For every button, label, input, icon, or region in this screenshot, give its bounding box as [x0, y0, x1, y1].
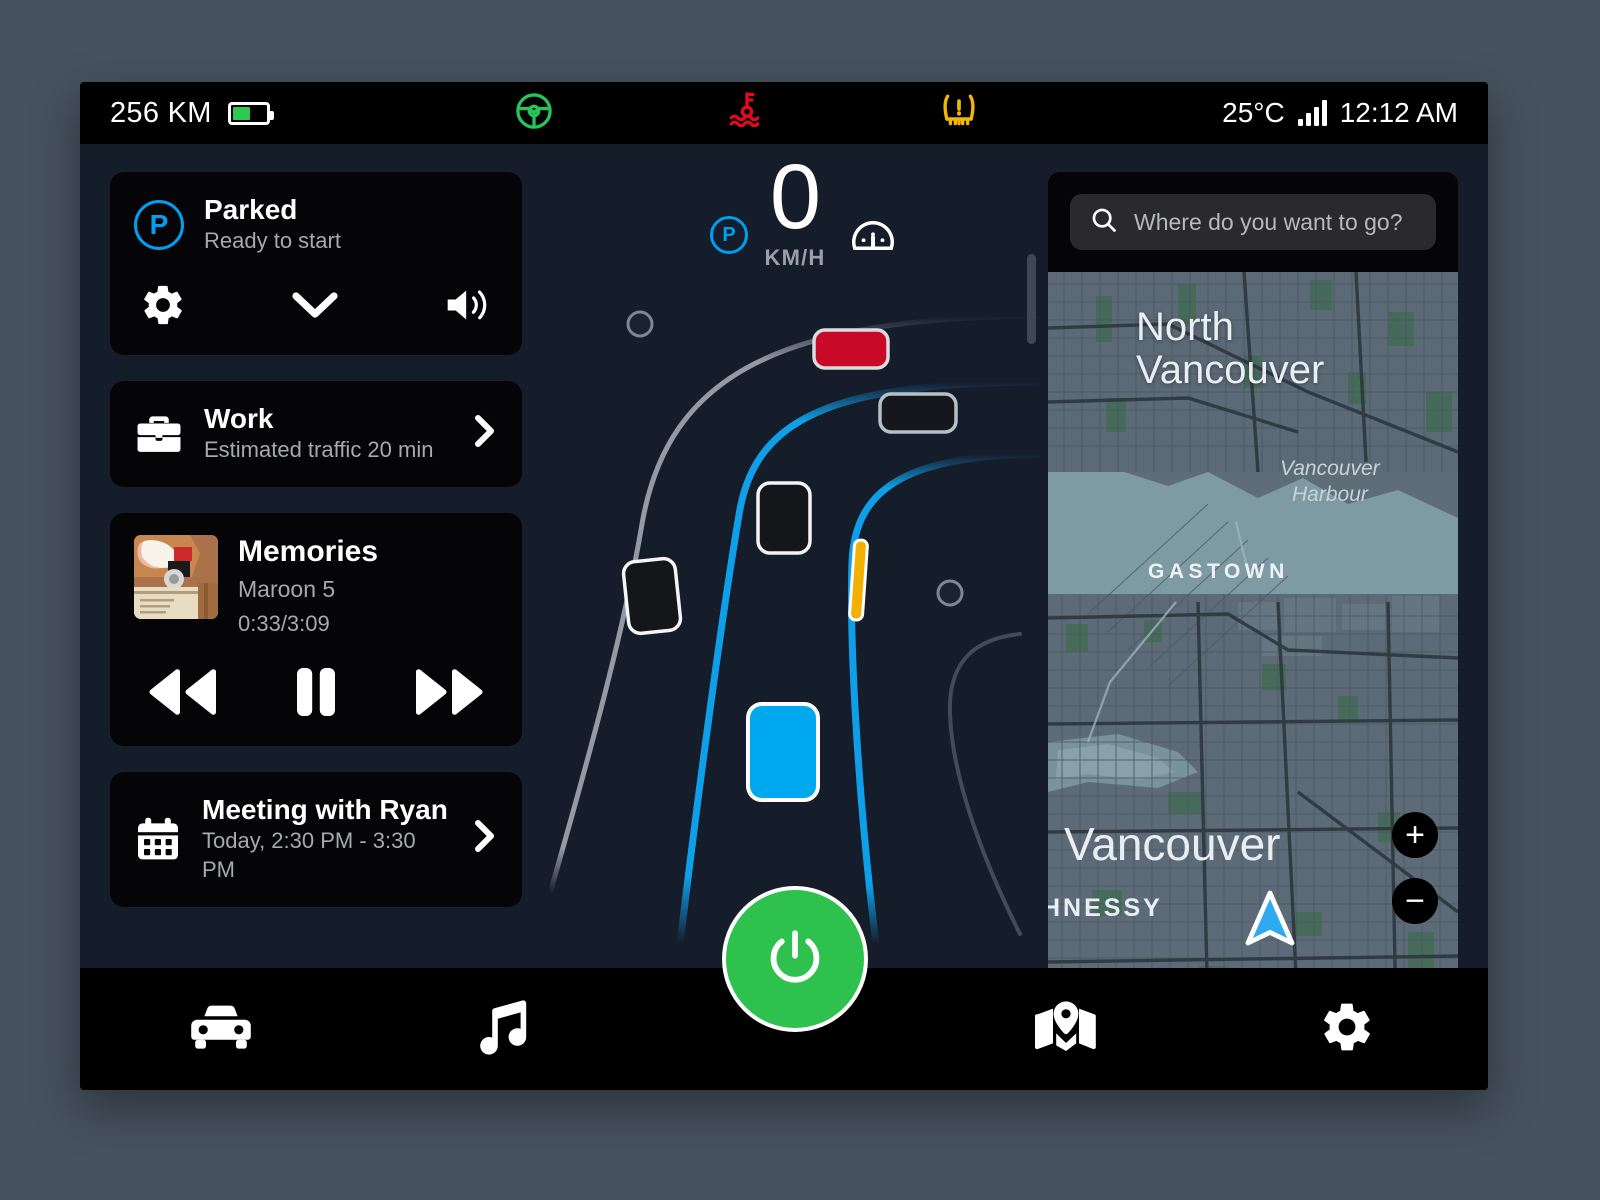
- music-player-card[interactable]: Memories Maroon 5 0:33/3:09: [110, 512, 522, 746]
- nav-settings[interactable]: [1206, 999, 1488, 1060]
- map-pin-icon: [1034, 999, 1097, 1060]
- work-title: Work: [204, 402, 274, 434]
- status-bar-right: 25°C 12:12 AM: [1222, 97, 1458, 129]
- range-label: 256 KM: [110, 96, 212, 129]
- gear-icon[interactable]: [140, 282, 186, 333]
- battery-icon: [227, 101, 274, 125]
- track-time: 0:33/3:09: [238, 611, 330, 637]
- work-destination-card[interactable]: Work Estimated traffic 20 min: [110, 380, 522, 487]
- track-artist: Maroon 5: [238, 575, 336, 602]
- speedometer-icon[interactable]: [850, 214, 896, 261]
- status-bar: 256 KM 25°C 12:12 AM: [80, 82, 1488, 144]
- coolant-temperature-warning-icon: [725, 89, 769, 138]
- parked-title: Parked: [204, 194, 298, 225]
- traffic-vehicle-center: [756, 481, 812, 555]
- track-title: Memories: [238, 534, 379, 568]
- chevron-right-icon[interactable]: [472, 816, 498, 862]
- navigation-arrow-marker: [1244, 890, 1296, 953]
- nav-music[interactable]: [362, 998, 644, 1061]
- main-content: P Parked Ready to start Work Estimated t…: [80, 144, 1488, 1032]
- warning-indicators: [270, 89, 1222, 138]
- infotainment-screen: 256 KM 25°C 12:12 AM P Parked Ready to s…: [80, 82, 1488, 1090]
- power-button[interactable]: [722, 886, 868, 1032]
- search-input[interactable]: [1134, 208, 1416, 236]
- rewind-button[interactable]: [144, 665, 222, 724]
- calendar-icon: [134, 815, 182, 863]
- parked-subtitle: Ready to start: [204, 228, 341, 254]
- album-art: [134, 534, 218, 619]
- gear-icon: [1319, 999, 1375, 1060]
- map-zoom-out-button[interactable]: −: [1392, 878, 1438, 924]
- speed-unit: KM/H: [764, 245, 826, 271]
- lead-vehicle: [812, 328, 890, 370]
- traffic-vehicle-right: [878, 392, 958, 434]
- car-icon: [190, 1001, 252, 1058]
- event-subtitle: Today, 2:30 PM - 3:30 PM: [202, 828, 416, 882]
- map-panel: North Vancouver Vancouver Harbour GASTOW…: [1048, 172, 1458, 1017]
- pause-button[interactable]: [293, 665, 339, 724]
- volume-icon[interactable]: [444, 284, 492, 331]
- traffic-vehicle-left: [621, 556, 683, 636]
- music-note-icon: [474, 998, 530, 1061]
- ego-vehicle: [746, 702, 820, 802]
- clock-label: 12:12 AM: [1339, 97, 1458, 128]
- event-title: Meeting with Ryan: [202, 793, 448, 825]
- speed-readout: 0 KM/H: [550, 146, 1040, 271]
- fast-forward-button[interactable]: [410, 665, 488, 724]
- map-canvas[interactable]: North Vancouver Vancouver Harbour GASTOW…: [1048, 272, 1458, 1017]
- nav-car[interactable]: [80, 1001, 362, 1058]
- map-zoom-in-button[interactable]: +: [1392, 812, 1438, 858]
- status-bar-left: 256 KM: [110, 96, 274, 130]
- speed-value: 0: [769, 146, 821, 248]
- chevron-down-icon[interactable]: [289, 285, 341, 330]
- calendar-event-card[interactable]: Meeting with Ryan Today, 2:30 PM - 3:30 …: [110, 771, 522, 907]
- signal-bars-icon: [1297, 100, 1327, 126]
- search-icon: [1090, 206, 1118, 239]
- panel-drag-handle[interactable]: [1027, 254, 1036, 344]
- steering-wheel-icon: [513, 90, 555, 137]
- temperature-label: 25°C: [1222, 97, 1285, 128]
- search-bar[interactable]: [1070, 194, 1436, 250]
- park-badge-icon: P: [134, 199, 184, 250]
- briefcase-icon: [134, 411, 184, 457]
- tire-pressure-warning-icon: [939, 91, 979, 136]
- left-widget-column: P Parked Ready to start Work Estimated t…: [110, 172, 522, 907]
- chevron-right-icon[interactable]: [472, 411, 498, 457]
- driving-cluster: 0 KM/H P: [550, 144, 1040, 1032]
- work-subtitle: Estimated traffic 20 min: [204, 437, 434, 463]
- nav-maps[interactable]: [925, 999, 1207, 1060]
- gear-indicator-park: P: [710, 216, 748, 254]
- parked-card[interactable]: P Parked Ready to start: [110, 172, 522, 355]
